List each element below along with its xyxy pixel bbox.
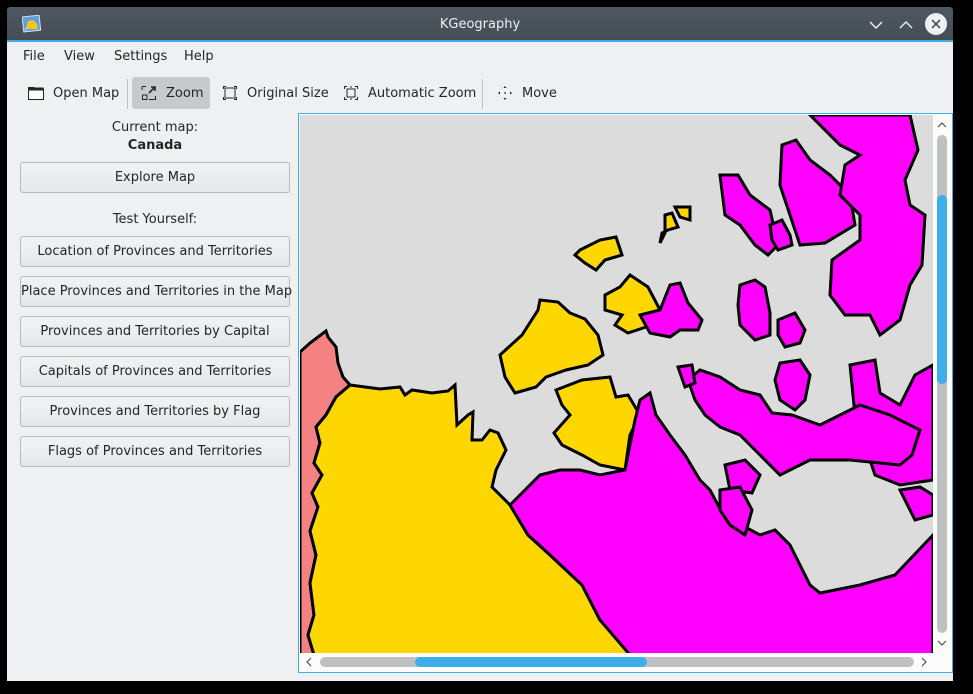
- test-flags-button[interactable]: Flags of Provinces and Territories: [20, 436, 290, 467]
- zoom-fit-icon: [344, 86, 358, 100]
- zoom-select-icon: [141, 86, 156, 100]
- title-bar[interactable]: KGeography: [7, 7, 953, 42]
- horizontal-scrollbar[interactable]: [300, 653, 933, 672]
- test-place-button[interactable]: Place Provinces and Territories in the M…: [20, 276, 292, 307]
- horizontal-scroll-track[interactable]: [320, 657, 914, 667]
- vertical-scrollbar[interactable]: [933, 115, 952, 653]
- toolbar-separator: [127, 79, 128, 109]
- window-title: KGeography: [439, 17, 521, 32]
- current-map-name: Canada: [127, 138, 183, 153]
- test-location-button[interactable]: Location of Provinces and Territories: [20, 236, 290, 267]
- zoom-original-icon: [223, 86, 237, 100]
- map-area: [298, 113, 953, 673]
- region-northwest-territories-island[interactable]: [672, 205, 692, 223]
- region-nunavut-island[interactable]: [773, 358, 812, 412]
- move-icon: [498, 86, 512, 100]
- zoom-label: Zoom: [166, 85, 204, 101]
- menu-help[interactable]: Help: [184, 49, 214, 64]
- original-size-button[interactable]: Original Size: [213, 77, 337, 109]
- close-icon: [931, 19, 941, 29]
- kgeography-window: KGeography File View Settings Help Open …: [7, 7, 953, 681]
- region-northwest-territories-island[interactable]: [572, 235, 624, 272]
- explore-map-button[interactable]: Explore Map: [20, 162, 290, 193]
- region-nunavut-island[interactable]: [776, 311, 807, 349]
- scroll-left-icon[interactable]: [302, 655, 316, 669]
- region-nunavut-island[interactable]: [718, 173, 780, 257]
- zoom-button[interactable]: Zoom: [132, 77, 210, 109]
- test-capitals-button[interactable]: Capitals of Provinces and Territories: [20, 356, 290, 387]
- menu-view[interactable]: View: [64, 49, 95, 64]
- vertical-scroll-track[interactable]: [937, 135, 947, 633]
- close-button[interactable]: [925, 13, 947, 35]
- menu-file[interactable]: File: [23, 49, 45, 64]
- open-map-button[interactable]: Open Map: [19, 77, 127, 109]
- region-nunavut-island[interactable]: [736, 278, 772, 342]
- toolbar-separator: [482, 79, 483, 109]
- maximize-button[interactable]: [895, 14, 917, 36]
- current-map-label: Current map:: [111, 120, 199, 135]
- horizontal-scroll-thumb[interactable]: [415, 657, 647, 667]
- minimize-button[interactable]: [865, 14, 887, 36]
- map-view[interactable]: [300, 115, 933, 653]
- minimize-icon: [869, 21, 883, 29]
- region-northwest-territories-island[interactable]: [658, 211, 681, 244]
- test-by-flag-button[interactable]: Provinces and Territories by Flag: [20, 396, 290, 427]
- original-size-label: Original Size: [247, 85, 329, 101]
- scroll-right-icon[interactable]: [917, 655, 931, 669]
- scroll-up-icon[interactable]: [935, 118, 949, 132]
- scroll-down-icon[interactable]: [935, 636, 949, 650]
- vertical-scroll-thumb[interactable]: [937, 194, 947, 384]
- region-nunavut-island[interactable]: [675, 363, 697, 389]
- test-yourself-label: Test Yourself:: [112, 212, 198, 227]
- move-button[interactable]: Move: [488, 77, 565, 109]
- test-by-capital-button[interactable]: Provinces and Territories by Capital: [20, 316, 290, 347]
- region-nunavut-island[interactable]: [897, 485, 933, 522]
- open-map-label: Open Map: [53, 85, 120, 101]
- automatic-zoom-button[interactable]: Automatic Zoom: [334, 77, 484, 109]
- main-toolbar: Open Map Zoom Original Size Automatic Zo…: [7, 75, 953, 111]
- automatic-zoom-label: Automatic Zoom: [368, 85, 477, 101]
- folder-icon: [28, 87, 44, 100]
- menu-settings[interactable]: Settings: [114, 49, 167, 64]
- maximize-icon: [899, 21, 913, 29]
- map-canvas[interactable]: [300, 115, 933, 653]
- move-label: Move: [522, 85, 557, 101]
